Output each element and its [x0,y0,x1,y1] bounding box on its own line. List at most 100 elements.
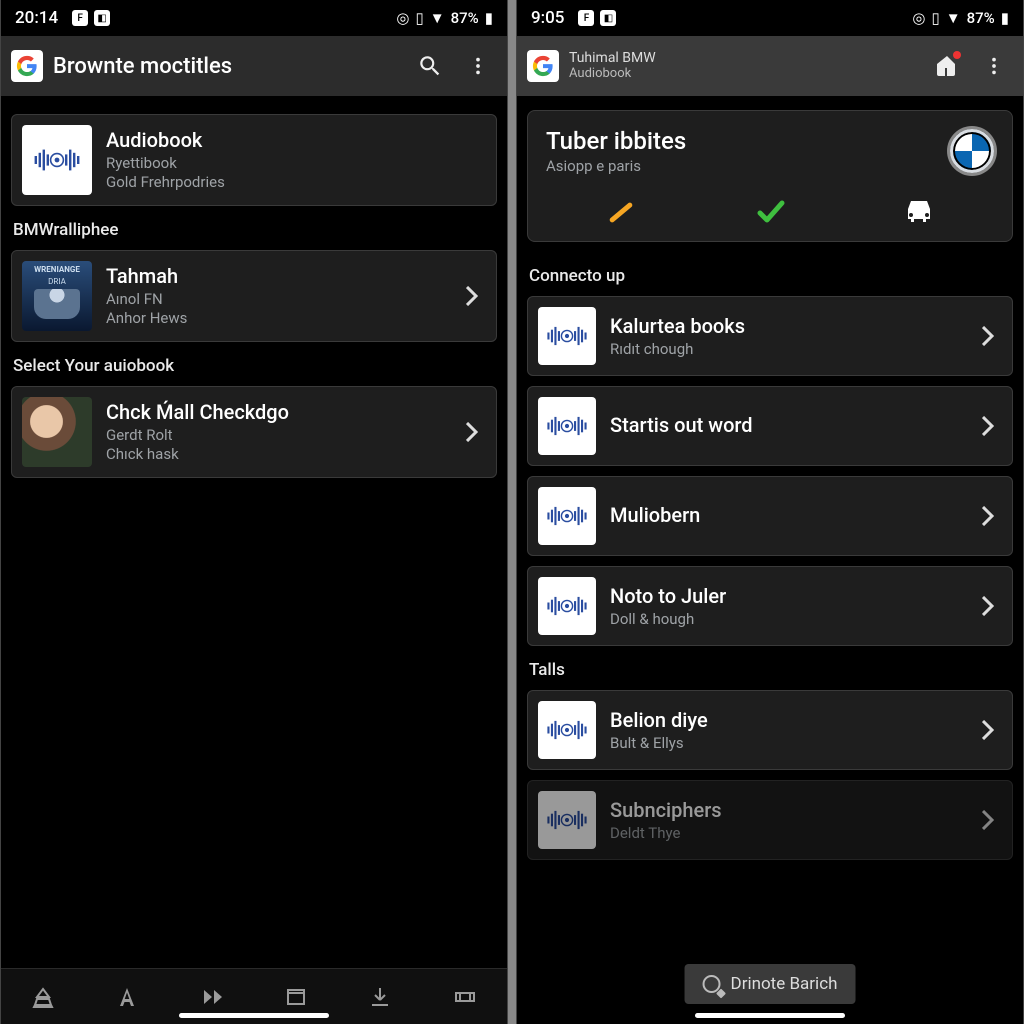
battery-icon: ▮ [485,9,493,27]
item-sub2: Anhor Hews [106,309,444,328]
chevron-right-icon [458,286,486,306]
item-sub1: Gerdt Rolt [106,426,444,445]
home-indicator[interactable] [179,1013,329,1018]
list-item[interactable]: Subnciphers Deldt Thye [527,780,1013,860]
section-header-2: Select Your auiobook [13,356,495,376]
nav-ticket-button[interactable] [443,975,487,1019]
content-area: Audiobook Ryettibook Gold Frehrpodries B… [1,96,507,968]
wifi-icon: ▼ [430,9,445,27]
status-right: ◎ ▯ ▼ 87% ▮ [912,9,1009,27]
status-indicator-1: F [578,10,594,26]
featured-card[interactable]: Audiobook Ryettibook Gold Frehrpodries [11,114,497,206]
appbar-title: Brownte moctitles [53,54,401,79]
cast-icon: ◎ [912,9,925,27]
nav-home-button[interactable] [21,975,65,1019]
status-indicator-2: ◧ [600,10,616,26]
item-title: Muliobern [610,503,960,527]
chevron-right-icon [458,422,486,442]
hero-subtitle: Asiopp e paris [546,157,950,175]
audiobook-wave-icon [538,397,596,455]
chevron-right-icon [974,506,1002,526]
section-header-1: BMWralliphee [13,220,495,240]
item-title: Startis out word [610,413,960,437]
audiobook-wave-icon [538,487,596,545]
search-small-icon [703,975,721,993]
nav-next-button[interactable] [190,975,234,1019]
item-sub1: Aınol FN [106,290,444,309]
phone-right: 9:05 F ◧ ◎ ▯ ▼ 87% ▮ Tuhimal BMW Audiobo… [516,0,1024,1024]
avatar-photo [22,397,92,467]
nav-library-button[interactable] [274,975,318,1019]
item-title: Subnciphers [610,798,960,822]
item-sub: Bult & Ellys [610,734,960,753]
nav-font-button[interactable] [105,975,149,1019]
battery-icon: ▮ [1001,9,1009,27]
item-sub2: Chıck hask [106,445,444,464]
list-item-checkdgo[interactable]: Chck Ḿall Checkdgo Gerdt Rolt Chıck hask [11,386,497,478]
appbar-line2: Audiobook [569,67,917,82]
nav-download-button[interactable] [358,975,402,1019]
battery-text: 87% [451,9,479,27]
notifications-button[interactable] [927,47,965,85]
battery-text: 87% [967,9,995,27]
appbar-line1: Tuhimal BMW [569,50,917,66]
audiobook-wave-icon [538,701,596,759]
item-title: Belion diye [610,708,960,732]
battery-saver-icon: ▯ [932,9,940,27]
home-indicator[interactable] [695,1013,845,1018]
edit-icon[interactable] [604,197,638,227]
audiobook-wave-icon [538,577,596,635]
list-item[interactable]: Startis out word [527,386,1013,466]
app-logo-icon [527,50,559,82]
item-title: Chck Ḿall Checkdgo [106,400,444,424]
app-bar: Brownte moctitles [1,36,507,96]
chevron-right-icon [974,416,1002,436]
status-right: ◎ ▯ ▼ 87% ▮ [396,9,493,27]
chevron-right-icon [974,596,1002,616]
item-title: Kalurtea books [610,314,960,338]
featured-sub2: Gold Frehrpodries [106,173,486,192]
hero-card[interactable]: Tuber ibbites Asiopp e paris [527,110,1013,242]
section-header-connect: Connecto up [529,266,1011,286]
status-bar: 20:14 F ◧ ◎ ▯ ▼ 87% ▮ [1,0,507,36]
notification-badge [953,51,961,59]
hero-title: Tuber ibbites [546,127,950,155]
snackbar-label: Drinote Barich [731,974,838,994]
list-item[interactable]: Muliobern [527,476,1013,556]
chevron-right-icon [974,326,1002,346]
item-sub: Rıdıt chough [610,340,960,359]
chevron-right-icon [974,720,1002,740]
list-item[interactable]: Kalurtea books Rıdıt chough [527,296,1013,376]
status-indicator-2: ◧ [94,10,110,26]
check-icon[interactable] [753,197,787,227]
status-time: 9:05 [531,8,564,28]
phone-left: 20:14 F ◧ ◎ ▯ ▼ 87% ▮ Brownte moctitles [0,0,508,1024]
audiobook-wave-icon [538,307,596,365]
item-title: Noto to Juler [610,584,960,608]
list-item-tahmah[interactable]: WRENIANGE DRIA Tahmah Aınol FN Anhor Hew… [11,250,497,342]
car-icon[interactable] [902,197,936,227]
overflow-menu-button[interactable] [975,47,1013,85]
list-item[interactable]: Belion diye Bult & Ellys [527,690,1013,770]
app-bar: Tuhimal BMW Audiobook [517,36,1023,96]
featured-title: Audiobook [106,128,486,152]
audiobook-wave-icon [538,791,596,849]
audiobook-wave-icon [22,125,92,195]
app-logo-icon [11,50,43,82]
cover-icon: WRENIANGE DRIA [22,261,92,331]
list-item[interactable]: Noto to Juler Doll & hough [527,566,1013,646]
section-header-talls: Talls [529,660,1011,680]
snackbar-button[interactable]: Drinote Barich [685,964,856,1004]
thumb-label-1: WRENIANGE [34,265,80,274]
search-button[interactable] [411,47,449,85]
item-title: Tahmah [106,264,444,288]
status-time: 20:14 [15,8,58,28]
status-bar: 9:05 F ◧ ◎ ▯ ▼ 87% ▮ [517,0,1023,36]
content-area: Connecto up Kalurtea books Rıdıt chough St… [517,252,1023,1024]
item-sub: Doll & hough [610,610,960,629]
featured-sub1: Ryettibook [106,154,486,173]
status-indicator-1: F [72,10,88,26]
overflow-menu-button[interactable] [459,47,497,85]
wifi-icon: ▼ [946,9,961,27]
item-sub: Deldt Thye [610,824,960,843]
